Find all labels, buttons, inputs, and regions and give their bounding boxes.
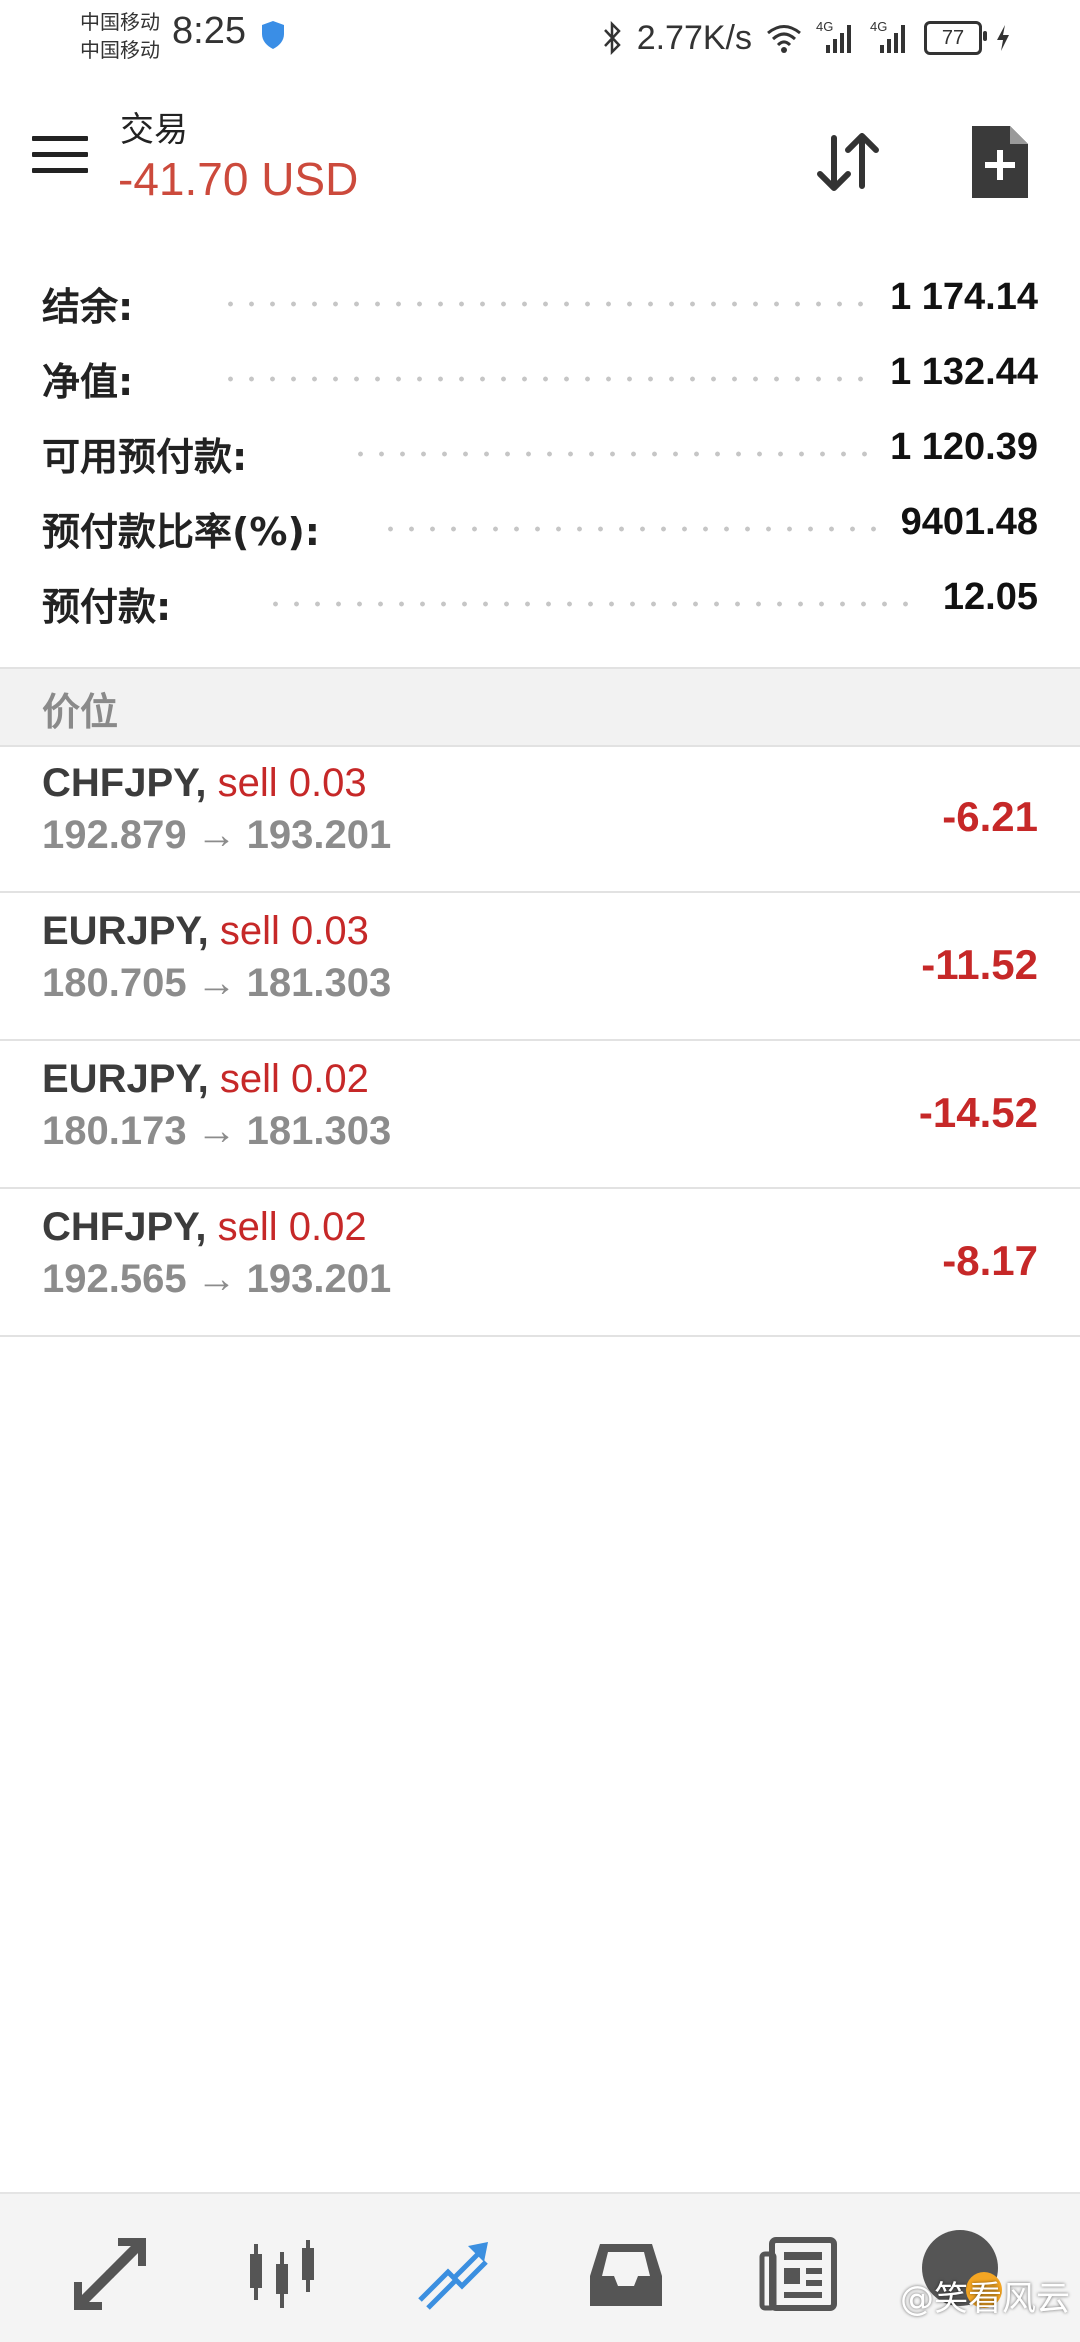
arrow-right-icon: → xyxy=(196,961,237,1005)
position-profit: -6.21 xyxy=(942,793,1038,840)
summary-label: 结余: xyxy=(42,276,144,331)
summary-label: 可用预付款: xyxy=(42,426,258,481)
dot-leader xyxy=(380,525,910,533)
news-icon xyxy=(759,2237,837,2311)
summary-value: 1 120.39 xyxy=(876,426,1038,469)
status-bar: 中国移动 中国移动 8:25 2.77K/s 4G 4G 77 xyxy=(0,0,1080,80)
shield-icon xyxy=(262,21,284,49)
arrow-right-icon: → xyxy=(196,1257,237,1301)
net-type-2: 4G xyxy=(870,19,888,34)
position-prices: 192.879 → 193.201 xyxy=(42,813,391,858)
bluetooth-icon xyxy=(603,21,621,55)
menu-icon[interactable] xyxy=(32,136,88,176)
position-profit: -11.52 xyxy=(921,941,1038,988)
nav-news[interactable] xyxy=(758,2234,838,2314)
positions-section-header: 价位 xyxy=(0,667,1080,747)
current-price: 193.201 xyxy=(246,1257,392,1301)
position-symbol: CHFJPY, xyxy=(42,1205,207,1249)
position-symbol: EURJPY, xyxy=(42,909,209,953)
dot-leader xyxy=(265,600,910,608)
signal-2: 4G xyxy=(870,19,910,55)
net-speed: 2.77K/s xyxy=(636,18,752,57)
position-prices: 180.705 → 181.303 xyxy=(42,961,391,1006)
position-profit: -14.52 xyxy=(918,1089,1038,1136)
total-profit: -41.70 USD xyxy=(118,153,359,205)
nav-chart[interactable] xyxy=(242,2234,322,2314)
current-price: 193.201 xyxy=(246,813,392,857)
position-header: EURJPY, sell 0.02 xyxy=(42,1057,369,1102)
position-header: CHFJPY, sell 0.03 xyxy=(42,761,367,806)
position-row[interactable]: CHFJPY, sell 0.03 192.879 → 193.201 -6.21 xyxy=(0,745,1080,893)
dot-leader xyxy=(350,450,910,458)
arrow-right-icon: → xyxy=(196,813,237,857)
bottom-nav: @笑看风云 xyxy=(0,2192,1080,2342)
position-type: sell 0.03 xyxy=(217,761,367,805)
signal-1: 4G xyxy=(816,19,856,55)
summary-label: 预付款比率(%): xyxy=(42,501,331,556)
open-price: 192.565 xyxy=(42,1257,187,1301)
summary-row-free-margin: 可用预付款: 1 120.39 xyxy=(0,420,1080,495)
summary-label: 预付款: xyxy=(42,576,182,631)
summary-row-equity: 净值: 1 132.44 xyxy=(0,345,1080,420)
sort-icon[interactable] xyxy=(808,122,888,202)
position-row[interactable]: CHFJPY, sell 0.02 192.565 → 193.201 -8.17 xyxy=(0,1189,1080,1337)
position-prices: 192.565 → 193.201 xyxy=(42,1257,391,1302)
position-type: sell 0.03 xyxy=(219,909,369,953)
battery-indicator: 77 xyxy=(924,21,987,55)
app-header: 交易 -41.70 USD xyxy=(0,80,1080,230)
position-row[interactable]: EURJPY, sell 0.02 180.173 → 181.303 -14.52 xyxy=(0,1041,1080,1189)
position-header: EURJPY, sell 0.03 xyxy=(42,909,369,954)
watermark-text: @笑看风云 xyxy=(900,2279,1070,2319)
summary-row-balance: 结余: 1 174.14 xyxy=(0,270,1080,345)
open-price: 180.705 xyxy=(42,961,187,1005)
section-title: 价位 xyxy=(42,690,119,734)
dot-leader xyxy=(220,300,910,308)
summary-value: 9401.48 xyxy=(886,501,1038,544)
positions-list: CHFJPY, sell 0.03 192.879 → 193.201 -6.21 … xyxy=(0,745,1080,1337)
open-price: 192.879 xyxy=(42,813,187,857)
current-price: 181.303 xyxy=(246,1109,392,1153)
nav-trade[interactable] xyxy=(414,2234,494,2314)
position-profit: -8.17 xyxy=(942,1237,1038,1284)
position-symbol: CHFJPY, xyxy=(42,761,207,805)
dot-leader xyxy=(220,375,910,383)
carrier-labels: 中国移动 中国移动 xyxy=(80,8,160,64)
position-prices: 180.173 → 181.303 xyxy=(42,1109,391,1154)
position-type: sell 0.02 xyxy=(217,1205,367,1249)
position-symbol: EURJPY, xyxy=(42,1057,209,1101)
position-row[interactable]: EURJPY, sell 0.03 180.705 → 181.303 -11.52 xyxy=(0,893,1080,1041)
chart-candles-icon xyxy=(250,2240,314,2308)
summary-label: 净值: xyxy=(42,351,144,406)
wifi-icon xyxy=(767,25,801,53)
status-time: 8:25 xyxy=(172,10,246,52)
nav-quotes[interactable] xyxy=(70,2234,150,2314)
carrier-1: 中国移动 xyxy=(80,10,160,34)
open-price: 180.173 xyxy=(42,1109,187,1153)
summary-row-margin-level: 预付款比率(%): 9401.48 xyxy=(0,495,1080,570)
history-inbox-icon xyxy=(590,2244,662,2306)
summary-value: 1 132.44 xyxy=(876,351,1038,394)
account-summary: 结余: 1 174.14 净值: 1 132.44 可用预付款: 1 120.3… xyxy=(0,270,1080,645)
position-header: CHFJPY, sell 0.02 xyxy=(42,1205,367,1250)
net-type-1: 4G xyxy=(816,19,834,34)
page-title: 交易 xyxy=(120,110,188,150)
trade-icon xyxy=(418,2242,488,2310)
quotes-icon xyxy=(74,2238,146,2310)
summary-row-margin: 预付款: 12.05 xyxy=(0,570,1080,645)
arrow-right-icon: → xyxy=(196,1109,237,1153)
position-type: sell 0.02 xyxy=(219,1057,369,1101)
charging-icon xyxy=(997,25,1009,51)
new-order-icon[interactable] xyxy=(964,120,1036,204)
status-right: 2.77K/s 4G 4G 77 xyxy=(601,14,1010,62)
carrier-2: 中国移动 xyxy=(80,38,160,62)
summary-value: 12.05 xyxy=(928,576,1038,619)
summary-value: 1 174.14 xyxy=(876,276,1038,319)
current-price: 181.303 xyxy=(246,961,392,1005)
nav-history[interactable] xyxy=(586,2234,666,2314)
